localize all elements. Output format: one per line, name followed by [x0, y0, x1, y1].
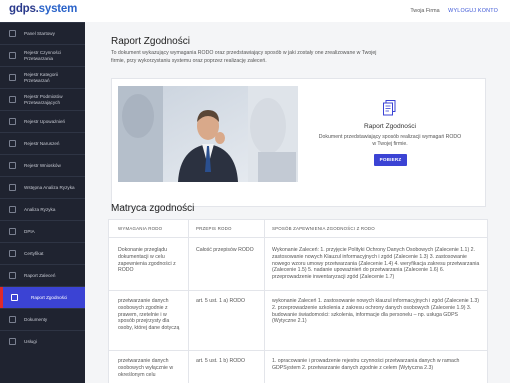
column-header-requirement: WYMAGANIA RODO [118, 226, 163, 231]
sidebar-item-rejestr-kategorii[interactable]: Rejestr Kategorii Przetwarzań [0, 66, 85, 88]
app-logo[interactable]: gdps.system [9, 3, 77, 15]
sidebar-item-label: Panel Startowy [24, 30, 55, 36]
sidebar-item-raport-zgodnosci[interactable]: Raport Zgodności [0, 286, 85, 308]
sidebar-item-analiza-ryzyka[interactable]: Analiza Ryzyka [0, 198, 85, 220]
sidebar-item-label: Raport Zaleceń [24, 272, 56, 278]
main-content: Raport Zgodności To dokument wykazujący … [85, 22, 510, 383]
register-icon [9, 52, 16, 59]
certificate-icon [9, 250, 16, 257]
column-header-compliance: SPOSÓB ZAPEWNIENIA ZGODNOŚCI Z RODO [272, 226, 375, 231]
row-divider [109, 290, 487, 291]
logout-link[interactable]: WYLOGUJ KONTO [448, 8, 498, 14]
sidebar-item-dpia[interactable]: DPIA [0, 220, 85, 242]
sidebar-item-label: DPIA [24, 228, 35, 234]
register-icon [9, 74, 16, 81]
column-divider [264, 220, 265, 383]
compliance-table: WYMAGANIA RODO PRZEPIS RODO SPOSÓB ZAPEW… [108, 219, 488, 383]
register-icon [9, 140, 16, 147]
download-button[interactable]: POBIERZ [374, 154, 407, 166]
card-title: Raport Zgodności [363, 123, 417, 130]
sidebar-item-rejestr-czynnosci[interactable]: Rejestr Czynności Przetwarzania [0, 44, 85, 66]
register-icon [9, 118, 16, 125]
card-description: Dokument przedstawiający sposób realizac… [318, 134, 462, 147]
cell-compliance: Wykonanie Zaleceń: 1. przyjęcie Polityki… [272, 247, 480, 281]
document-report-icon [383, 100, 396, 116]
sidebar-item-label: Dokumenty [24, 316, 48, 322]
company-name[interactable]: Twoja Firma [410, 8, 439, 14]
sidebar-item-label: Rejestr Naruszeń [24, 140, 60, 146]
cell-requirement: przetwarzanie danych osobowych wyłącznie… [118, 358, 174, 378]
register-icon [9, 162, 16, 169]
report-icon [9, 272, 16, 279]
cell-law: art. 5 ust. 1 b) RODO [196, 358, 246, 364]
sidebar-item-label: Usługi [24, 338, 37, 344]
report-icon [11, 294, 18, 301]
sidebar-item-label: Rejestr Upoważnień [24, 118, 66, 124]
top-bar: gdps.system Twoja Firma WYLOGUJ KONTO [0, 0, 510, 22]
cell-requirement: przetwarzanie danych osobowych zgodnie z… [118, 298, 180, 332]
sidebar-item-label: Wstępna Analiza Ryzyka [24, 184, 75, 190]
page-title: Raport Zgodności [111, 36, 190, 47]
sidebar-item-label: Rejestr Wniosków [24, 162, 61, 168]
sidebar-item-raport-zalecen[interactable]: Raport Zaleceń [0, 264, 85, 286]
analysis-icon [9, 184, 16, 191]
column-header-law: PRZEPIS RODO [196, 226, 232, 231]
sidebar-item-label: Analiza Ryzyka [24, 206, 56, 212]
sidebar-item-dokumenty[interactable]: Dokumenty [0, 308, 85, 330]
cell-law: art. 5 ust. 1 a) RODO [196, 298, 246, 304]
cell-requirement: Dokonanie przeglądu dokumentacji w celu … [118, 247, 176, 274]
sidebar-item-label: Certyfikat [24, 250, 44, 256]
row-divider [109, 350, 487, 351]
sidebar-item-label: Rejestr Kategorii Przetwarzań [24, 71, 58, 83]
business-photo [118, 86, 298, 182]
analysis-icon [9, 206, 16, 213]
sidebar-item-label: Raport Zgodności [31, 294, 68, 300]
sidebar-item-label: Rejestr Podmiotów Przetwarzających [24, 93, 63, 105]
column-divider [188, 220, 189, 383]
documents-icon [9, 316, 16, 323]
row-divider [109, 237, 487, 238]
sidebar-item-rejestr-wnioskow[interactable]: Rejestr Wniosków [0, 154, 85, 176]
matrix-title: Matryca zgodności [111, 203, 195, 214]
logo-main: gdps. [9, 3, 39, 15]
sidebar-item-rejestr-podmiotow[interactable]: Rejestr Podmiotów Przetwarzających [0, 88, 85, 110]
sidebar-item-label: Rejestr Czynności Przetwarzania [24, 49, 62, 61]
cell-compliance: 1. opracowanie i prowadzenie rejestru cz… [272, 358, 460, 371]
services-icon [9, 338, 16, 345]
account-area: Twoja Firma WYLOGUJ KONTO [410, 8, 498, 14]
cell-compliance: wykonanie Zaleceń 1. zastosowanie nowych… [272, 298, 480, 325]
businessman-image [118, 86, 298, 182]
report-card: Raport Zgodności Dokument przedstawiając… [111, 78, 486, 207]
dpia-icon [9, 228, 16, 235]
cell-law: Całość przepisów RODO [196, 247, 254, 253]
sidebar-item-rejestr-naruszen[interactable]: Rejestr Naruszeń [0, 132, 85, 154]
sidebar-item-uslugi[interactable]: Usługi [0, 330, 85, 352]
register-icon [9, 96, 16, 103]
sidebar: Panel Startowy Rejestr Czynności Przetwa… [0, 22, 85, 383]
page-description: To dokument wykazujący wymagania RODO or… [111, 50, 377, 64]
sidebar-item-rejestr-upowaznien[interactable]: Rejestr Upoważnień [0, 110, 85, 132]
dashboard-icon [9, 30, 16, 37]
sidebar-item-wstepna-analiza-ryzyka[interactable]: Wstępna Analiza Ryzyka [0, 176, 85, 198]
logo-sub: system [38, 3, 78, 15]
sidebar-item-certyfikat[interactable]: Certyfikat [0, 242, 85, 264]
sidebar-item-panel-startowy[interactable]: Panel Startowy [0, 22, 85, 44]
